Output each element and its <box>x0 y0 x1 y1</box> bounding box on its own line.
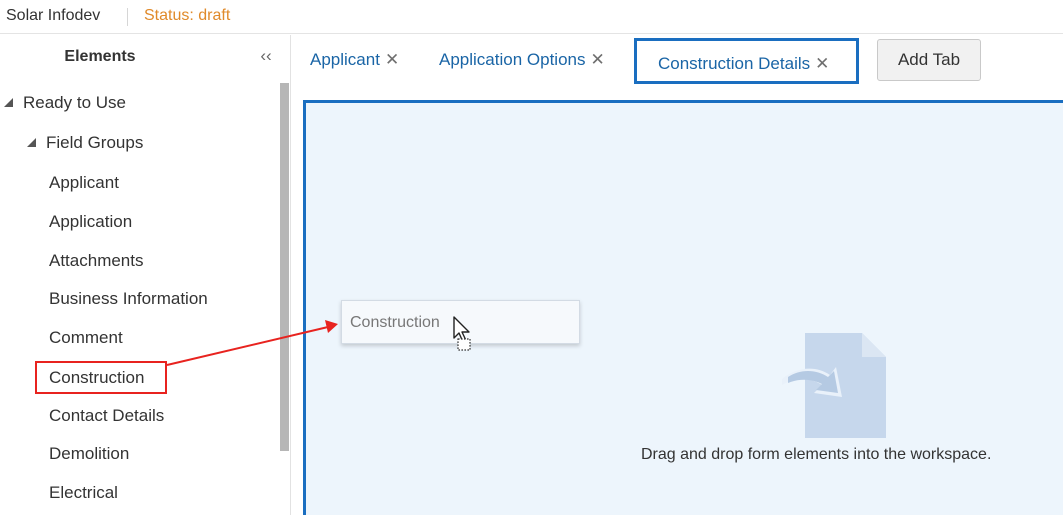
element-item-business-information[interactable]: Business Information <box>49 287 208 311</box>
add-tab-button[interactable]: Add Tab <box>877 39 981 81</box>
app-title: Solar Infodev <box>6 7 101 24</box>
panel-scrollbar[interactable] <box>280 83 289 451</box>
close-tab-icon[interactable]: ✕ <box>590 50 604 69</box>
tab-label: Applicant <box>310 50 380 69</box>
element-item-application[interactable]: Application <box>49 210 132 234</box>
element-item-comment[interactable]: Comment <box>49 326 123 350</box>
tree-node-label: Field Groups <box>46 133 144 152</box>
tree-node-ready-to-use[interactable]: Ready to Use <box>4 91 126 115</box>
drag-cursor-icon <box>453 316 471 351</box>
header-divider <box>127 8 128 26</box>
collapse-panel-icon[interactable]: ‹‹ <box>254 45 278 67</box>
elements-panel: Elements ‹‹ Ready to Use Field Groups Ap… <box>0 35 290 515</box>
status-badge: Status: draft <box>144 7 231 24</box>
tab-application-options[interactable]: Application Options ✕ <box>439 48 605 72</box>
dragged-element-label: Construction <box>350 314 440 331</box>
drop-hint-text: Drag and drop form elements into the wor… <box>641 446 992 463</box>
tree-node-label: Ready to Use <box>23 93 126 112</box>
element-item-applicant[interactable]: Applicant <box>49 171 119 195</box>
close-tab-icon[interactable]: ✕ <box>815 54 829 73</box>
tab-construction-details[interactable]: Construction Details ✕ <box>634 38 859 84</box>
document-drop-icon <box>782 333 886 438</box>
tab-label: Application Options <box>439 50 586 69</box>
element-item-contact-details[interactable]: Contact Details <box>49 404 164 428</box>
expanded-caret-icon[interactable] <box>4 98 13 107</box>
element-item-construction[interactable]: Construction <box>35 361 167 394</box>
top-header: Solar Infodev Status: draft <box>0 0 1063 34</box>
element-item-demolition[interactable]: Demolition <box>49 442 129 466</box>
close-tab-icon[interactable]: ✕ <box>385 50 399 69</box>
element-item-electrical[interactable]: Electrical <box>49 481 118 505</box>
tab-label: Construction Details <box>658 54 811 73</box>
tree-node-field-groups[interactable]: Field Groups <box>27 131 143 155</box>
panel-divider <box>290 35 291 515</box>
tab-applicant[interactable]: Applicant ✕ <box>310 48 399 72</box>
element-item-attachments[interactable]: Attachments <box>49 249 144 273</box>
expanded-caret-icon[interactable] <box>27 138 36 147</box>
panel-title: Elements <box>64 48 136 65</box>
